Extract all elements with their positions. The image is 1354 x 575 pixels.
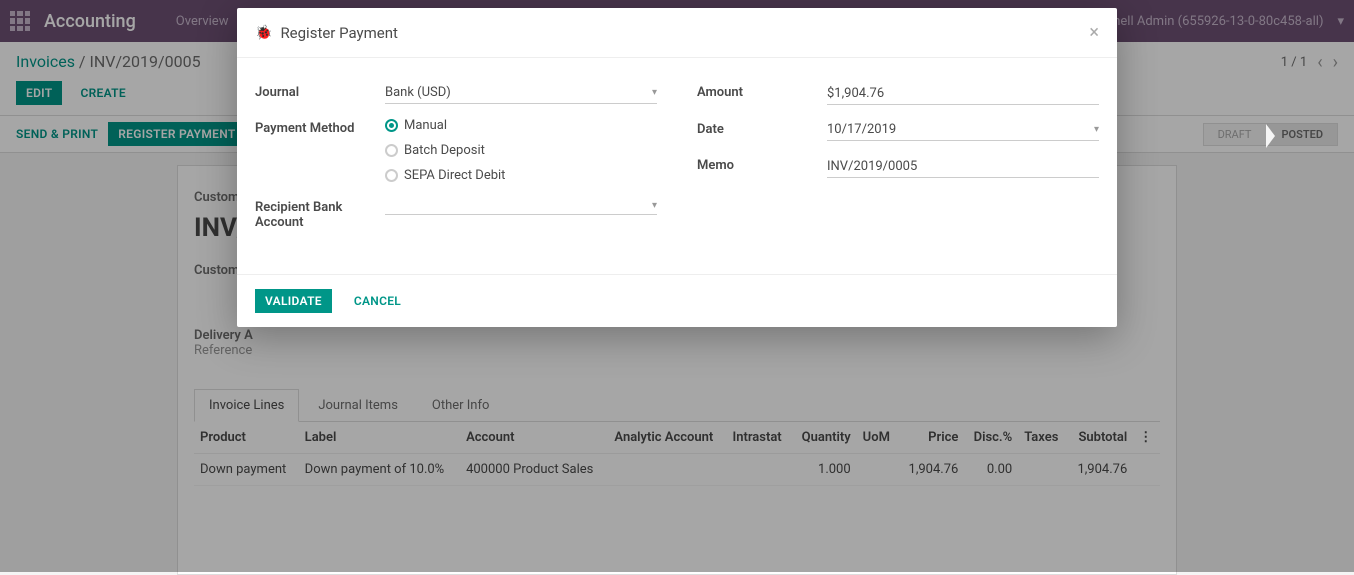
- validate-button[interactable]: VALIDATE: [255, 289, 332, 313]
- cancel-button[interactable]: CANCEL: [344, 289, 411, 313]
- label-payment-method: Payment Method: [255, 118, 385, 136]
- date-input[interactable]: 10/17/2019▾: [827, 119, 1099, 141]
- recipient-bank-select[interactable]: ▾: [385, 197, 657, 215]
- register-payment-modal: 🐞 Register Payment × Journal Bank (USD)▾…: [237, 8, 1117, 327]
- label-date: Date: [697, 119, 827, 137]
- amount-input[interactable]: [827, 83, 1099, 105]
- debug-icon[interactable]: 🐞: [255, 25, 272, 41]
- label-recipient-bank: Recipient Bank Account: [255, 197, 385, 230]
- label-memo: Memo: [697, 155, 827, 173]
- radio-batch-deposit[interactable]: Batch Deposit: [385, 143, 657, 158]
- radio-manual[interactable]: Manual: [385, 118, 657, 133]
- radio-sepa[interactable]: SEPA Direct Debit: [385, 168, 657, 183]
- caret-icon: ▾: [1094, 124, 1099, 135]
- memo-input[interactable]: [827, 156, 1099, 178]
- caret-icon: ▾: [652, 200, 657, 211]
- label-amount: Amount: [697, 82, 827, 100]
- caret-icon: ▾: [652, 87, 657, 98]
- modal-overlay[interactable]: 🐞 Register Payment × Journal Bank (USD)▾…: [0, 0, 1354, 572]
- label-journal: Journal: [255, 82, 385, 100]
- modal-title: Register Payment: [280, 24, 398, 42]
- journal-select[interactable]: Bank (USD)▾: [385, 82, 657, 104]
- close-icon[interactable]: ×: [1089, 22, 1099, 43]
